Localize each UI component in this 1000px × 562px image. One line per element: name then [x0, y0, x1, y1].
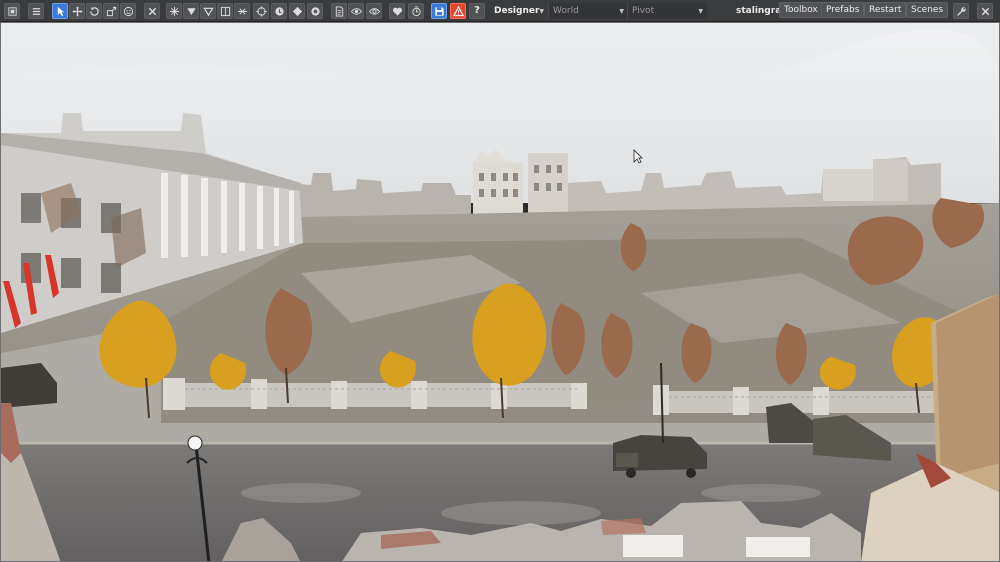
disc-outline-icon[interactable] [307, 3, 323, 19]
document-icon[interactable] [331, 3, 347, 19]
wrench-icon[interactable] [953, 3, 969, 19]
mode-select-value: Designer [494, 5, 540, 16]
scene-viewport[interactable] [0, 22, 1000, 562]
chevron-down-icon: ▼ [619, 7, 624, 15]
rotate-icon[interactable] [86, 3, 102, 19]
help-icon[interactable]: ? [469, 3, 485, 19]
chevron-down-icon: ▼ [698, 7, 703, 15]
restart-button[interactable]: Restart [864, 2, 907, 18]
close-icon[interactable] [977, 3, 993, 19]
toolbar: ? Designer ▼ World ▼ Pivot ▼ stalingrad … [0, 0, 1000, 22]
grid-icon[interactable] [217, 3, 233, 19]
scene-render [1, 23, 999, 561]
close-icon[interactable] [144, 3, 160, 19]
eye-icon[interactable] [348, 3, 364, 19]
eye-outline-icon[interactable] [366, 3, 382, 19]
cursor-icon[interactable] [52, 3, 68, 19]
smiley-icon[interactable] [120, 3, 136, 19]
warning-icon[interactable] [450, 3, 466, 19]
pivot-select[interactable]: Pivot ▼ [627, 3, 707, 19]
diamond-icon[interactable] [289, 3, 305, 19]
scenes-button[interactable]: Scenes [906, 2, 949, 18]
space-select-value: World [553, 5, 579, 16]
move-icon[interactable] [69, 3, 85, 19]
align-icon[interactable] [234, 3, 250, 19]
editor-window: ? Designer ▼ World ▼ Pivot ▼ stalingrad … [0, 0, 1000, 562]
scale-icon[interactable] [103, 3, 119, 19]
save-icon[interactable] [431, 3, 447, 19]
space-select[interactable]: World ▼ [548, 3, 628, 19]
clock-icon[interactable] [408, 3, 424, 19]
disc-icon[interactable] [271, 3, 287, 19]
mode-select[interactable]: Designer ▼ [490, 3, 545, 19]
pivot-select-value: Pivot [632, 5, 655, 16]
snap-icon[interactable] [166, 3, 182, 19]
triangle-down-icon[interactable] [183, 3, 199, 19]
prefabs-button[interactable]: Prefabs [821, 2, 865, 18]
triangle-outline-icon[interactable] [200, 3, 216, 19]
toolbox-button[interactable]: Toolbox [779, 2, 823, 18]
menu-icon[interactable] [4, 3, 20, 19]
chevron-down-icon: ▼ [539, 7, 545, 15]
heart-icon[interactable] [389, 3, 405, 19]
crosshair-icon[interactable] [253, 3, 269, 19]
list-icon[interactable] [28, 3, 44, 19]
